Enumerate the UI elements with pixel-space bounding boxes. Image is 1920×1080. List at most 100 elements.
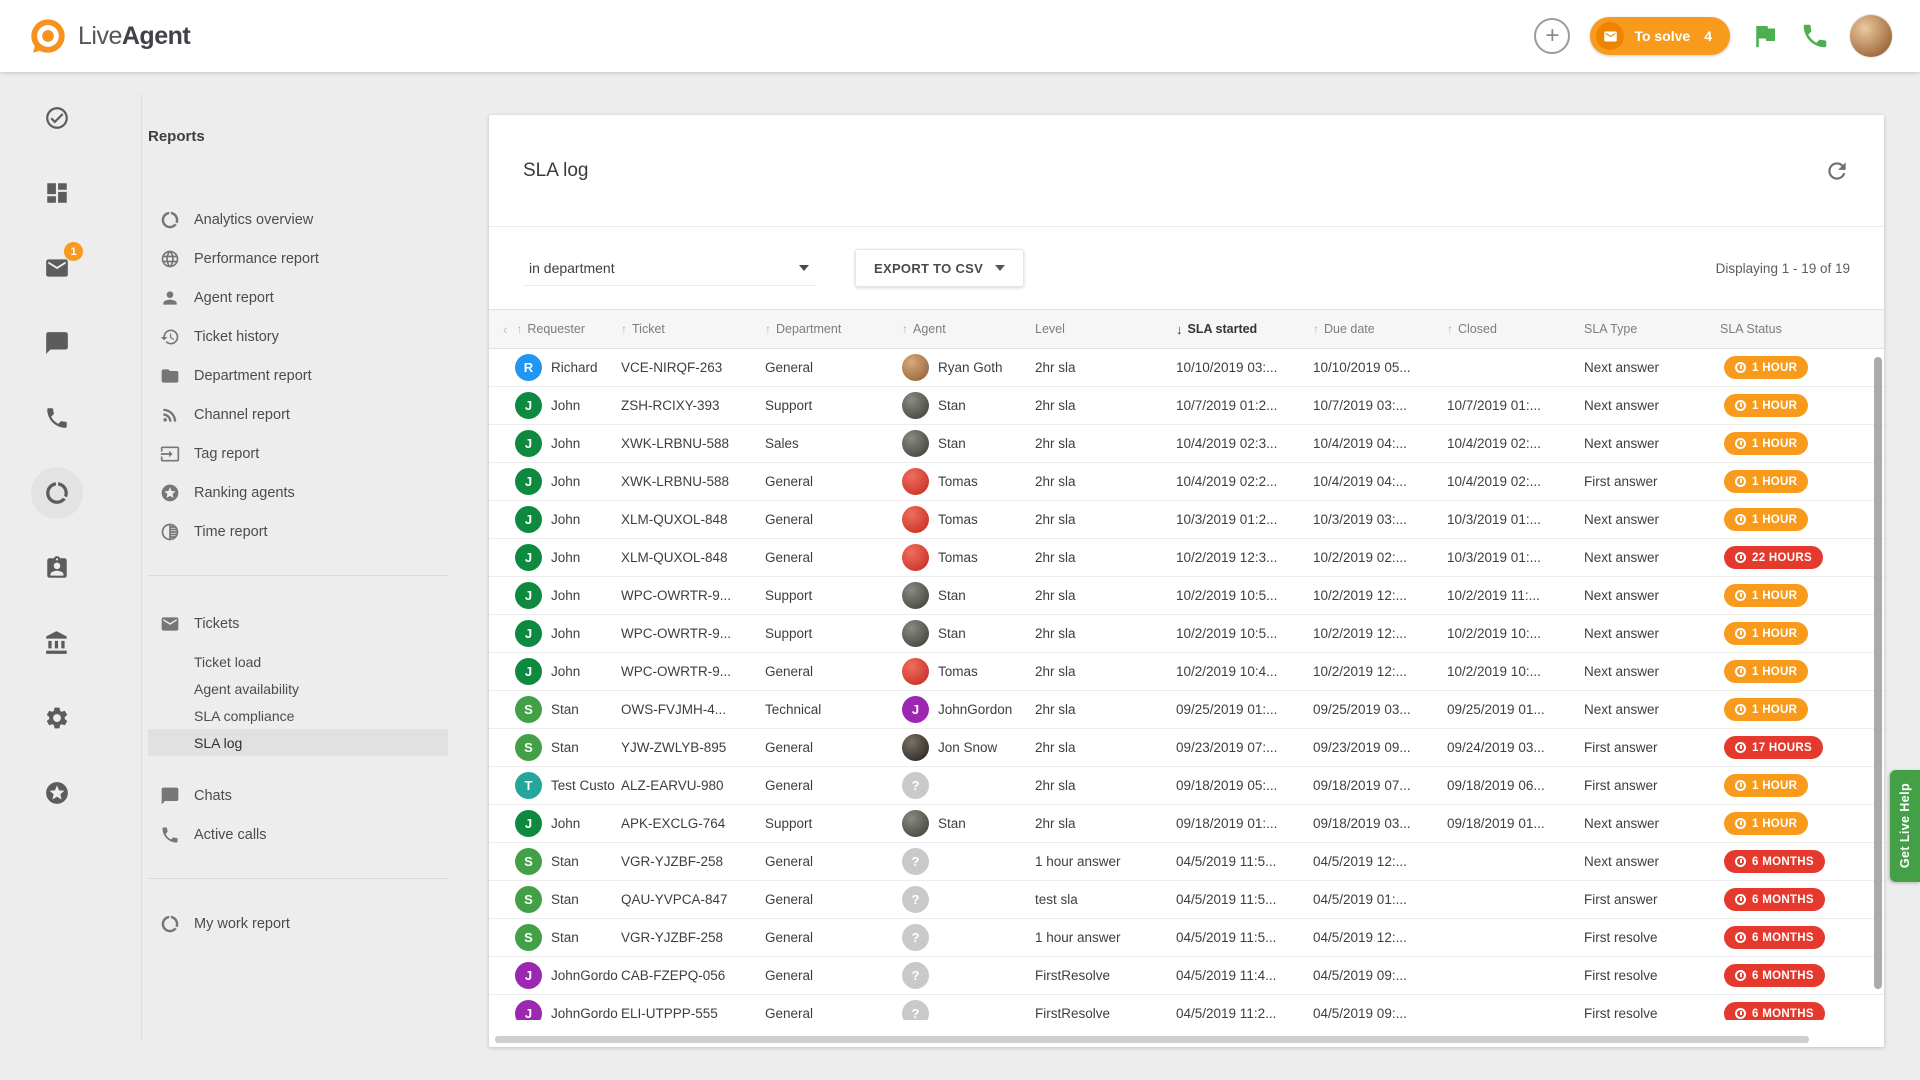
column-label: Requester [527, 322, 585, 336]
requester-avatar: J [515, 506, 542, 533]
sla-status-cell: 1 HOUR [1720, 774, 1870, 797]
rail-item-billing[interactable] [31, 617, 83, 669]
column-header-department[interactable]: ↑Department [765, 322, 902, 336]
sla-status-badge: 6 MONTHS [1724, 964, 1825, 987]
sidebar-item-my-work-report[interactable]: My work report [148, 904, 448, 943]
column-header-sla-started[interactable]: ↓SLA started [1176, 322, 1313, 337]
star-circle-icon [44, 780, 70, 806]
column-header-due-date[interactable]: ↑Due date [1313, 322, 1447, 336]
table-row[interactable]: JJohnXWK-LRBNU-588GeneralTomas2hr sla10/… [489, 463, 1884, 501]
scrollbar-thumb[interactable] [495, 1036, 1809, 1043]
table-row[interactable]: SStanVGR-YJZBF-258General?1 hour answer0… [489, 843, 1884, 881]
get-live-help-tab[interactable]: Get Live Help [1890, 770, 1920, 882]
rss-icon [160, 405, 180, 425]
department-filter-select[interactable]: in department [523, 251, 815, 286]
sidebar-item-ranking-agents[interactable]: Ranking agents [148, 473, 448, 512]
sidebar-item-ticket-load[interactable]: Ticket load [148, 648, 448, 675]
gear-icon [44, 705, 70, 731]
requester-name: Richard [551, 360, 598, 375]
column-header-closed[interactable]: ↑Closed [1447, 322, 1584, 336]
rail-item-chats[interactable] [31, 317, 83, 369]
sidebar-item-department-report[interactable]: Department report [148, 356, 448, 395]
table-row[interactable]: JJohnWPC-OWRTR-9...GeneralTomas2hr sla10… [489, 653, 1884, 691]
agent-cell: Tomas [902, 506, 1035, 533]
sidebar-item-ticket-history[interactable]: Ticket history [148, 317, 448, 356]
table-row[interactable]: RRichardVCE-NIRQF-263GeneralRyan Goth2hr… [489, 349, 1884, 387]
liveagent-logo[interactable]: LiveAgent [28, 16, 190, 56]
table-row[interactable]: SStanVGR-YJZBF-258General?1 hour answer0… [489, 919, 1884, 957]
table-row[interactable]: JJohnGordoCAB-FZEPQ-056General?FirstReso… [489, 957, 1884, 995]
column-header-ticket[interactable]: ↑Ticket [621, 322, 765, 336]
requester-name: Test Custo [551, 778, 615, 793]
sidebar-item-chats[interactable]: Chats [148, 776, 448, 815]
to-solve-label: To solve [1634, 28, 1690, 44]
sidebar-item-label: Analytics overview [194, 212, 313, 228]
export-csv-button[interactable]: EXPORT TO CSV [855, 249, 1024, 287]
call-button[interactable] [1800, 21, 1830, 51]
table-row[interactable]: JJohnZSH-RCIXY-393SupportStan2hr sla10/7… [489, 387, 1884, 425]
table-row[interactable]: TTest CustoALZ-EARVU-980General?2hr sla0… [489, 767, 1884, 805]
agent-avatar [902, 544, 929, 571]
rail-item-reports[interactable] [31, 467, 83, 519]
sidebar-item-time-report[interactable]: Time report [148, 512, 448, 551]
table-row[interactable]: JJohnXLM-QUXOL-848GeneralTomas2hr sla10/… [489, 539, 1884, 577]
vertical-scrollbar[interactable] [1874, 357, 1882, 1021]
closed-date: 10/7/2019 01:... [1447, 398, 1584, 413]
rail-item-gamification[interactable] [31, 767, 83, 819]
table-row[interactable]: JJohnWPC-OWRTR-9...SupportStan2hr sla10/… [489, 577, 1884, 615]
table-row[interactable]: SStanYJW-ZWLYB-895GeneralJon Snow2hr sla… [489, 729, 1884, 767]
sidebar-item-active-calls[interactable]: Active calls [148, 815, 448, 854]
due-date: 04/5/2019 12:... [1313, 854, 1447, 869]
rail-item-dashboard[interactable] [31, 167, 83, 219]
column-header-agent[interactable]: ↑Agent [902, 322, 1035, 336]
rail-item-calls[interactable] [31, 392, 83, 444]
table-row[interactable]: SStanOWS-FVJMH-4...TechnicalJJohnGordon2… [489, 691, 1884, 729]
sidebar-item-performance-report[interactable]: Performance report [148, 239, 448, 278]
rail-item-configuration[interactable] [31, 692, 83, 744]
department: General [765, 740, 902, 755]
table-row[interactable]: SStanQAU-YVPCA-847General?test sla04/5/2… [489, 881, 1884, 919]
sidebar-item-tickets[interactable]: Tickets [148, 604, 448, 643]
sla-status-cell: 1 HOUR [1720, 394, 1870, 417]
sidebar-item-sla-compliance[interactable]: SLA compliance [148, 702, 448, 729]
closed-date: 09/18/2019 06... [1447, 778, 1584, 793]
table-row[interactable]: JJohnWPC-OWRTR-9...SupportStan2hr sla10/… [489, 615, 1884, 653]
sla-level: 2hr sla [1035, 360, 1176, 375]
sidebar-item-analytics-overview[interactable]: Analytics overview [148, 200, 448, 239]
scrollbar-thumb[interactable] [1874, 357, 1882, 989]
rail-item-tasks[interactable] [31, 92, 83, 144]
sidebar-item-label: Agent report [194, 290, 274, 306]
sidebar-item-tag-report[interactable]: Tag report [148, 434, 448, 473]
refresh-icon [1824, 158, 1850, 184]
table-row[interactable]: JJohnXWK-LRBNU-588SalesStan2hr sla10/4/2… [489, 425, 1884, 463]
horizontal-scrollbar[interactable] [495, 1036, 1864, 1043]
column-header-requester[interactable]: ‹↑Requester [503, 322, 621, 337]
sidebar-item-agent-availability[interactable]: Agent availability [148, 675, 448, 702]
refresh-button[interactable] [1824, 158, 1850, 184]
sla-status-badge: 22 HOURS [1724, 546, 1823, 569]
tickets-sub-list: Ticket loadAgent availabilitySLA complia… [148, 648, 448, 756]
agent-cell: ? [902, 848, 1035, 875]
requester-name: John [551, 550, 580, 565]
sidebar-item-agent-report[interactable]: Agent report [148, 278, 448, 317]
table-row[interactable]: JJohnGordoELI-UTPPP-555General?FirstReso… [489, 995, 1884, 1020]
sidebar-item-channel-report[interactable]: Channel report [148, 395, 448, 434]
table-body: RRichardVCE-NIRQF-263GeneralRyan Goth2hr… [489, 349, 1884, 1020]
agent-avatar [902, 468, 929, 495]
add-button[interactable]: + [1534, 18, 1570, 54]
table-row[interactable]: JJohnAPK-EXCLG-764SupportStan2hr sla09/1… [489, 805, 1884, 843]
agent-avatar [902, 430, 929, 457]
rail-item-customers[interactable] [31, 542, 83, 594]
sort-icon: ↑ [516, 322, 522, 336]
sla-status-cell: 1 HOUR [1720, 584, 1870, 607]
logo-text: LiveAgent [78, 22, 190, 51]
requester-cell: JJohn [503, 544, 621, 571]
user-avatar[interactable] [1850, 15, 1892, 57]
to-solve-button[interactable]: To solve 4 [1590, 17, 1730, 55]
table-row[interactable]: JJohnXLM-QUXOL-848GeneralTomas2hr sla10/… [489, 501, 1884, 539]
sla-level: 2hr sla [1035, 778, 1176, 793]
sidebar-item-sla-log[interactable]: SLA log [148, 729, 448, 756]
flag-button[interactable] [1750, 21, 1780, 51]
sort-icon: ↑ [1313, 322, 1319, 336]
rail-item-tickets[interactable]: 1 [31, 242, 83, 294]
